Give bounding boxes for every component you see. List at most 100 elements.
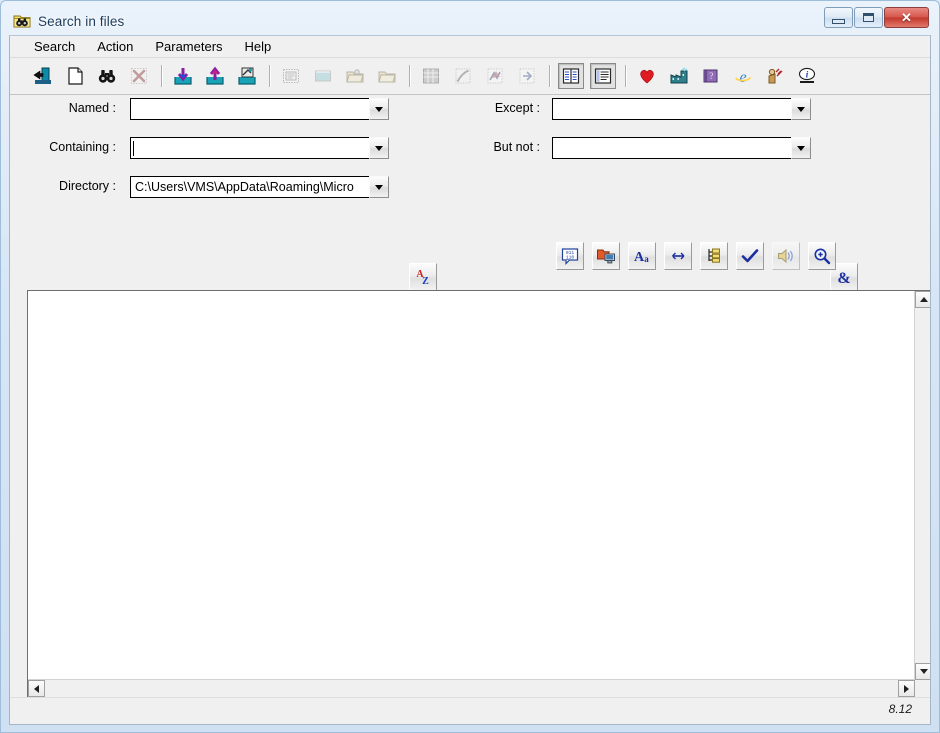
toolbar-select-all-button [278,63,304,89]
search-options-row: 011 110 A a [556,242,844,270]
scrollbar-corner [915,680,930,697]
option-subfolders-button[interactable] [700,242,728,270]
title-bar[interactable]: Search in files ✕ [9,7,931,35]
toolbar-separator [625,65,626,87]
toolbar-about-button[interactable]: i [794,63,820,89]
option-sound-button[interactable] [772,242,800,270]
svg-text:a: a [644,254,649,264]
case-sensitive-icon: A a [632,246,652,266]
grid-view-icon [421,66,441,86]
chevron-down-icon [375,106,383,112]
svg-text:Z: Z [422,276,429,287]
toolbar-website-button[interactable]: e [730,63,756,89]
print-report-icon [485,66,505,86]
toolbar-register-button[interactable] [762,63,788,89]
except-dropdown[interactable] [791,98,811,120]
scroll-down-button[interactable] [915,663,930,680]
containing-input[interactable] [130,137,389,159]
toolbar-list-view-button[interactable] [590,63,616,89]
toolbar-detail-view-button[interactable] [558,63,584,89]
svg-text:&: & [837,270,850,287]
toolbar-help-button[interactable]: ? [698,63,724,89]
toolbar-load-criteria-button[interactable] [170,63,196,89]
named-label: Named : [68,101,116,115]
menu-action[interactable]: Action [86,37,144,57]
menu-search[interactable]: Search [23,37,86,57]
scroll-up-button[interactable] [915,291,930,308]
subfolders-tree-icon [704,246,724,266]
menu-parameters[interactable]: Parameters [144,37,233,57]
option-preview-zoom-button[interactable] [808,242,836,270]
close-button[interactable]: ✕ [884,7,929,28]
version-label: 8.12 [888,702,912,716]
directory-input[interactable]: C:\Users\VMS\AppData\Roaming\Micro [130,176,389,198]
toolbar-new-button[interactable] [62,63,88,89]
option-validate-button[interactable] [736,242,764,270]
chevron-down-icon [375,145,383,151]
toolbar-export-button [514,63,540,89]
help-book-icon: ? [701,66,721,86]
triangle-up-icon [919,297,928,302]
option-binary-files-button[interactable]: 011 110 [556,242,584,270]
two-column-view-icon [561,66,581,86]
directory-value: C:\Users\VMS\AppData\Roaming\Micro [135,180,354,194]
binoculars-search-icon [97,66,117,86]
chevron-down-icon [375,184,383,190]
maximize-button[interactable] [854,7,883,28]
sort-az-button[interactable]: A Z [409,263,437,291]
chevron-down-icon [797,145,805,151]
text-cursor [133,140,134,156]
list-view-icon [593,66,613,86]
named-dropdown[interactable] [369,98,389,120]
but-not-input[interactable] [552,137,811,159]
minimize-icon [832,18,845,24]
containing-dropdown[interactable] [369,137,389,159]
toolbar-publisher-button[interactable] [666,63,692,89]
export-icon [517,66,537,86]
toolbar-donate-button[interactable] [634,63,660,89]
option-whole-word-button[interactable] [664,242,692,270]
except-input[interactable] [552,98,811,120]
new-document-icon [65,66,85,86]
option-case-sensitive-button[interactable]: A a [628,242,656,270]
results-list[interactable] [28,291,915,680]
folder-plain-icon [377,66,397,86]
stop-red-cross-icon [129,66,149,86]
exit-door-icon [33,66,53,86]
application-window: Search in files ✕ Search Action Paramete… [0,0,940,733]
check-mark-icon [740,246,760,266]
scroll-left-button[interactable] [28,680,45,697]
client-area: Search Action Parameters Help ? e i Name… [9,35,931,725]
results-horizontal-scrollbar[interactable] [28,679,915,697]
heart-icon [637,66,657,86]
svg-text:?: ? [709,71,713,81]
toolbar-open-containing-folder-button [342,63,368,89]
toolbar-separator [161,65,162,87]
zoom-plus-icon [812,246,832,266]
toolbar-save-criteria-as-button[interactable] [234,63,260,89]
toolbar-save-criteria-button[interactable] [202,63,228,89]
menu-bar: Search Action Parameters Help [10,36,930,58]
menu-help[interactable]: Help [234,37,283,57]
open-folder-icon [345,66,365,86]
triangle-down-icon [919,669,928,674]
directory-label: Directory : [59,179,116,193]
toolbar: ? e i [10,58,930,95]
results-vertical-scrollbar[interactable] [914,291,930,680]
but-not-dropdown[interactable] [791,137,811,159]
toolbar-print-button [482,63,508,89]
option-network-folder-button[interactable] [592,242,620,270]
toolbar-start-search-button[interactable] [94,63,120,89]
toolbar-delete-button [450,63,476,89]
named-input[interactable] [130,98,389,120]
minimize-button[interactable] [824,7,853,28]
toolbar-exit-button[interactable] [30,63,56,89]
triangle-right-icon [904,684,909,693]
chevron-down-icon [797,106,805,112]
toolbar-separator [549,65,550,87]
scroll-right-button[interactable] [898,680,915,697]
register-icon [765,66,785,86]
directory-dropdown[interactable] [369,176,389,198]
copy-list-icon [313,66,333,86]
save-criteria-icon [205,66,225,86]
